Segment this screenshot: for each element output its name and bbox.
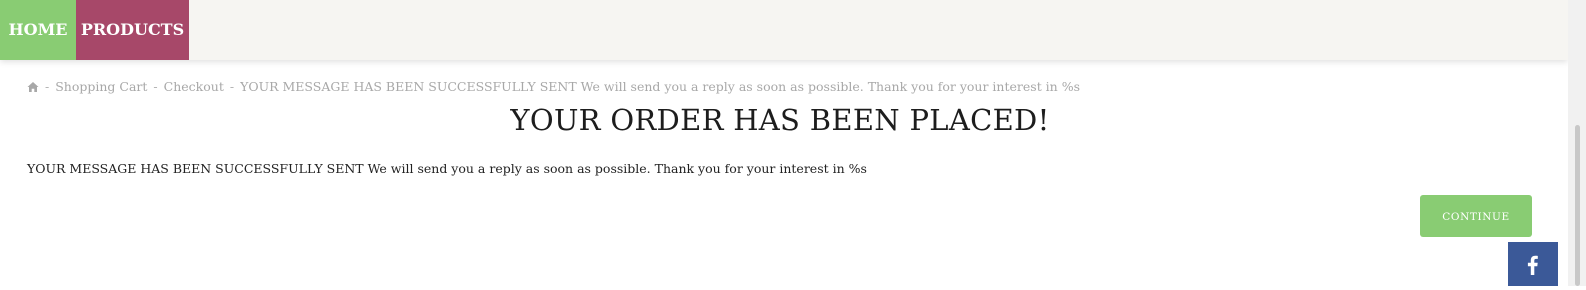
breadcrumb-checkout[interactable]: Checkout (164, 79, 224, 94)
facebook-button[interactable] (1508, 242, 1558, 286)
breadcrumb-current: YOUR MESSAGE HAS BEEN SUCCESSFULLY SENT … (240, 78, 1081, 94)
nav-products-link[interactable]: PRODUCTS (76, 0, 189, 60)
facebook-icon (1527, 255, 1538, 275)
page-title: YOUR ORDER HAS BEEN PLACED! (510, 103, 1050, 137)
breadcrumb: - Shopping Cart - Checkout - YOUR MESSAG… (27, 77, 1080, 95)
breadcrumb-separator: - (45, 78, 50, 94)
success-message: YOUR MESSAGE HAS BEEN SUCCESSFULLY SENT … (27, 161, 867, 176)
top-navbar: HOME PRODUCTS (0, 0, 1568, 60)
breadcrumb-separator: - (229, 78, 235, 94)
scrollbar-thumb[interactable] (1575, 125, 1580, 286)
breadcrumb-shopping-cart[interactable]: Shopping Cart (55, 79, 147, 94)
breadcrumb-home[interactable] (27, 79, 39, 94)
home-icon (27, 82, 39, 92)
nav-home-link[interactable]: HOME (0, 0, 76, 60)
continue-button[interactable]: CONTINUE (1420, 195, 1532, 237)
breadcrumb-separator: - (153, 78, 158, 94)
